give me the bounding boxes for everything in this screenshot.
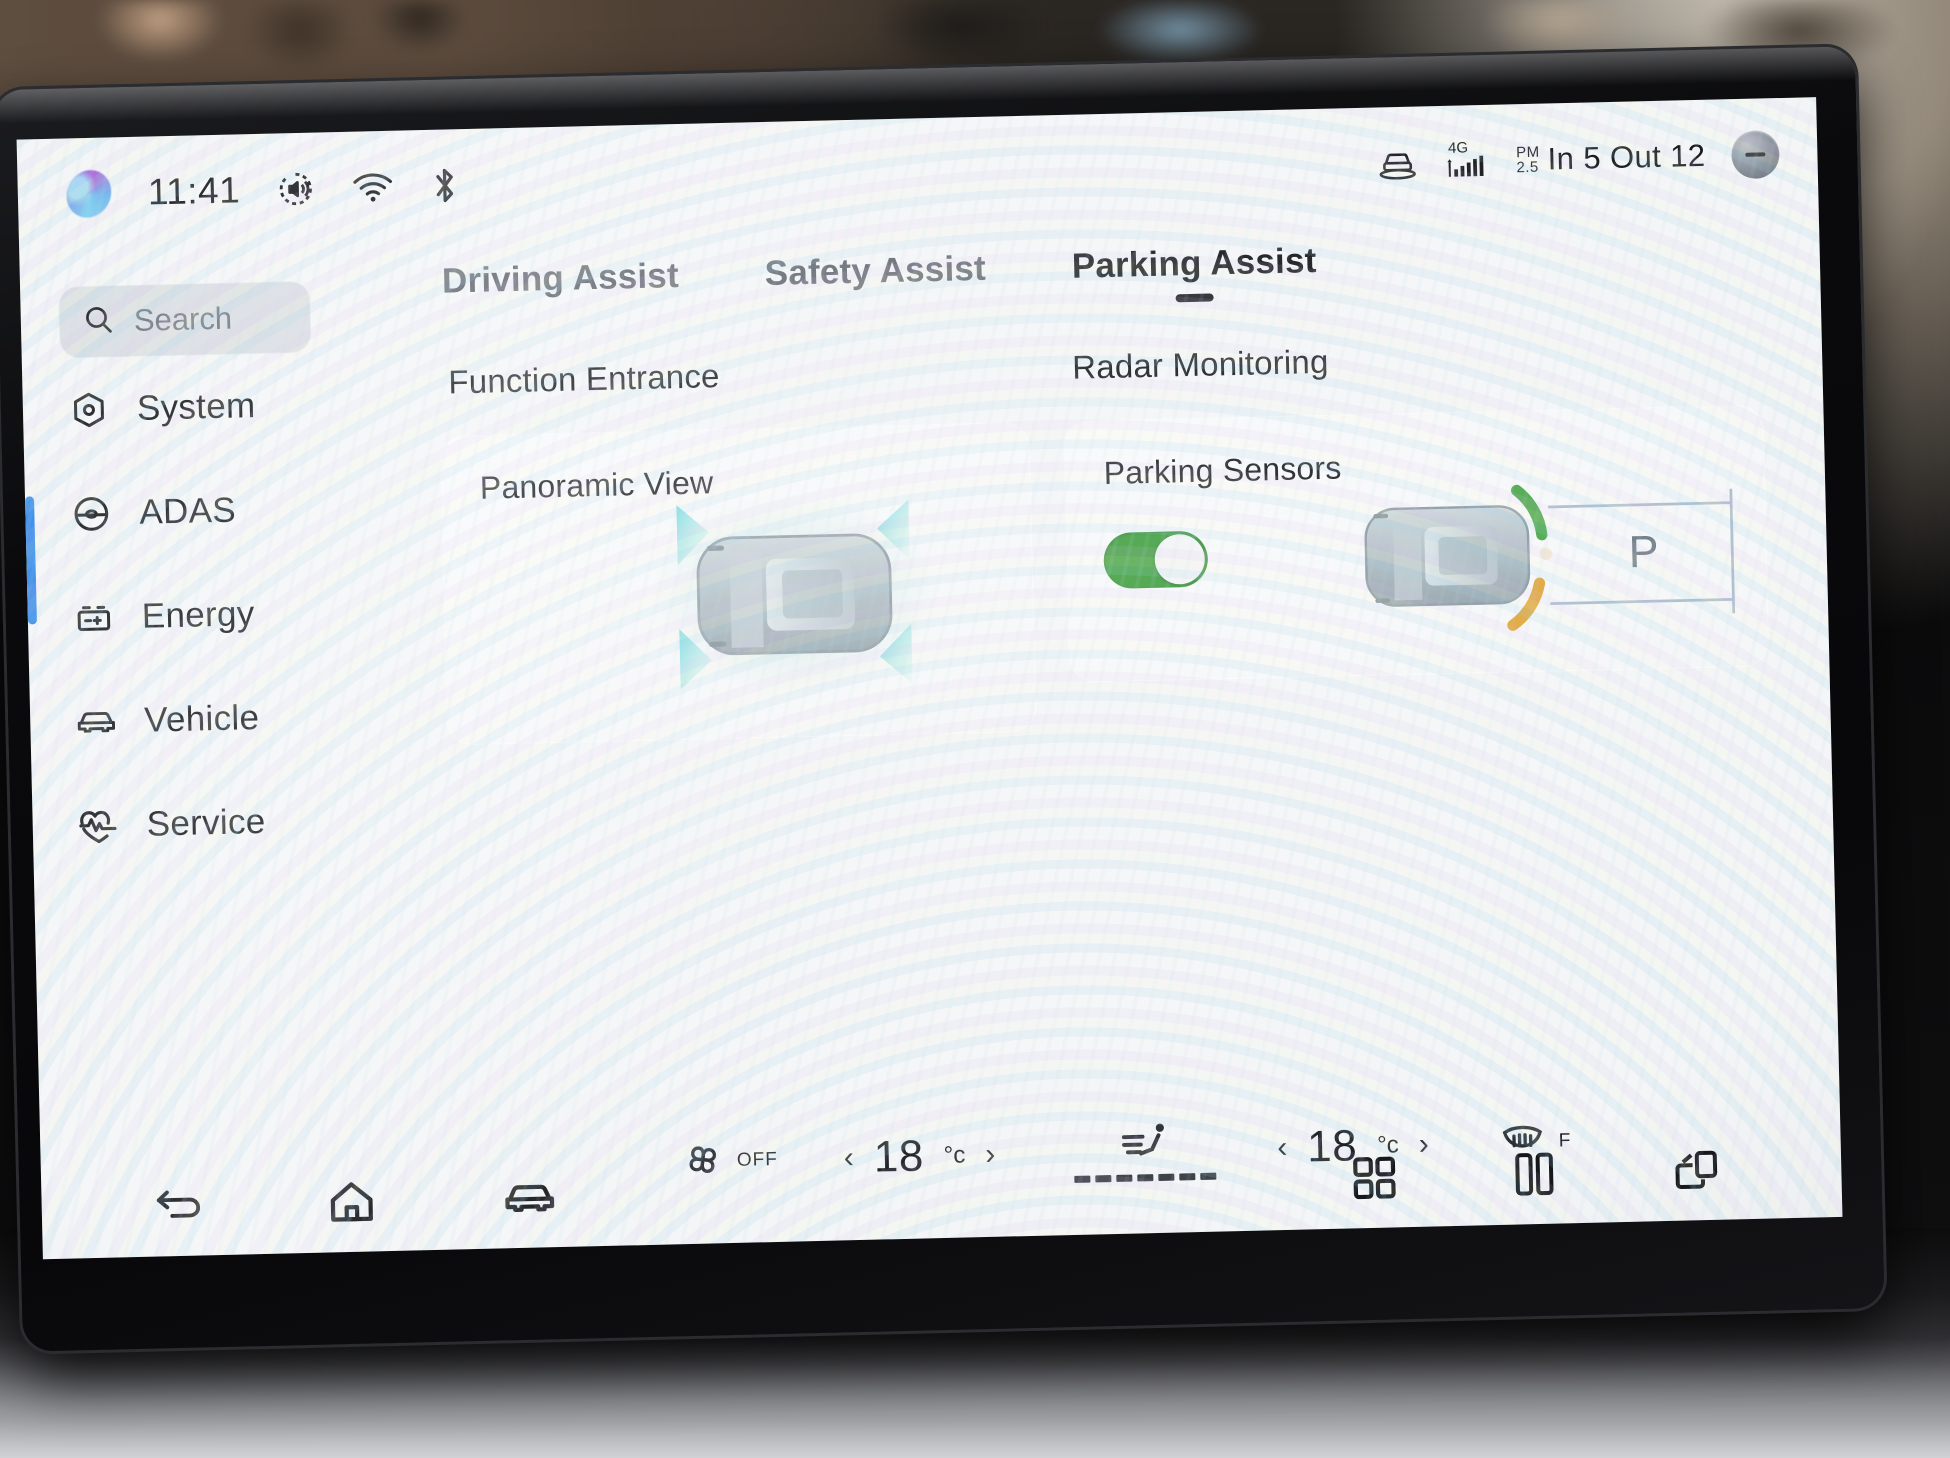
sidebar-item-label: Energy	[141, 594, 255, 636]
air-quality-indicator: PM 2.5 In 5 Out 12	[1516, 138, 1706, 178]
car-front-icon[interactable]	[501, 1176, 558, 1219]
search-input[interactable]: Search	[58, 280, 312, 359]
sidebar-item-label: Vehicle	[143, 698, 260, 740]
car-360-icon[interactable]	[1374, 144, 1421, 183]
section-title-function-entrance: Function Entrance	[447, 357, 720, 401]
tab-parking-assist[interactable]: Parking Assist	[1071, 241, 1317, 305]
sidebar-item-label: System	[136, 386, 256, 428]
sidebar-item-label: ADAS	[138, 490, 237, 532]
bluetooth-icon[interactable]	[430, 165, 461, 206]
clock: 11:41	[147, 169, 241, 213]
head-unit-bezel: 11:41 4G PM 2.5 In 5 Out 12 Search Syste…	[0, 46, 1885, 1352]
collapse-panel-button[interactable]	[1730, 130, 1780, 180]
sidebar-item-adas[interactable]: ADAS	[24, 456, 356, 568]
tab-label: Safety Assist	[764, 248, 987, 293]
sidebar-item-system[interactable]: System	[22, 352, 354, 464]
network-generation: 4G	[1447, 139, 1469, 157]
assistant-swirl-logo[interactable]	[61, 163, 116, 225]
sidebar-item-energy[interactable]: Energy	[27, 560, 359, 672]
parking-space-label: P	[1628, 526, 1659, 578]
panoramic-view-card[interactable]: Panoramic View	[439, 421, 1037, 746]
search-icon	[81, 302, 116, 342]
tab-indicator	[1175, 293, 1215, 303]
hexagon-gear-icon	[66, 387, 111, 432]
heartbeat-icon	[76, 803, 121, 848]
parking-sensors-title: Parking Sensors	[1103, 449, 1342, 492]
sidebar-item-label: Service	[146, 801, 266, 844]
tab-driving-assist[interactable]: Driving Assist	[442, 256, 680, 320]
multi-window-icon[interactable]	[1671, 1148, 1722, 1193]
split-screen-icon[interactable]	[1513, 1150, 1556, 1199]
steering-wheel-icon	[69, 491, 114, 536]
tab-safety-assist[interactable]: Safety Assist	[764, 249, 986, 312]
air-quality-text: In 5 Out 12	[1547, 137, 1706, 177]
back-arrow-icon[interactable]	[153, 1185, 206, 1226]
sidebar-item-service[interactable]: Service	[32, 768, 364, 880]
signal-bars-icon	[1446, 155, 1491, 182]
parking-sensors-toggle[interactable]	[1103, 530, 1209, 590]
car-front-icon	[74, 699, 119, 744]
home-icon[interactable]	[327, 1179, 376, 1224]
panel-row: Function Entrance Panoramic View Radar M…	[351, 287, 1831, 748]
car-parking-with-sensor-arcs: P	[1364, 484, 1736, 631]
battery-icon	[71, 595, 116, 640]
parking-sensors-card[interactable]: Parking Sensors P	[1063, 404, 1770, 683]
wifi-icon[interactable]	[352, 171, 395, 204]
top-down-car-with-four-camera-cones	[650, 494, 939, 695]
pm-index: 2.5	[1516, 158, 1539, 177]
volume-gauge-icon[interactable]	[276, 169, 317, 210]
tab-label: Driving Assist	[441, 256, 680, 301]
dashboard-highlight	[0, 1338, 1950, 1458]
apps-grid-icon[interactable]	[1351, 1154, 1398, 1201]
sidebar: Search System ADAS Energy Vehicle Servic…	[19, 244, 370, 1160]
content-area: Driving Assist Safety Assist Parking Ass…	[349, 209, 1840, 1151]
sidebar-item-vehicle[interactable]: Vehicle	[29, 664, 361, 776]
search-placeholder: Search	[133, 300, 233, 338]
radar-monitoring-panel: Radar Monitoring Parking Sensors P	[1062, 333, 1771, 731]
function-entrance-panel: Function Entrance Panoramic View	[438, 350, 1037, 746]
infotainment-screen[interactable]: 11:41 4G PM 2.5 In 5 Out 12 Search Syste…	[16, 97, 1843, 1260]
cellular-signal-indicator: 4G	[1446, 139, 1491, 182]
toggle-knob	[1154, 533, 1206, 585]
section-title-radar-monitoring: Radar Monitoring	[1071, 342, 1329, 386]
tab-label: Parking Assist	[1071, 240, 1317, 286]
